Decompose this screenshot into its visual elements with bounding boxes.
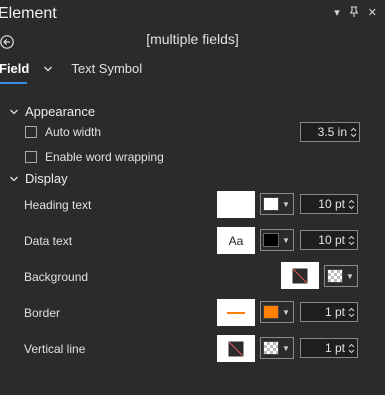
border-color-button[interactable]: ▼ [260,301,294,323]
auto-width-checkbox[interactable] [25,126,37,138]
chevron-down-icon [10,176,18,181]
display-section-header[interactable]: Display [9,171,68,186]
word-wrap-row: Enable word wrapping [25,150,164,164]
border-size-input[interactable]: 1 pt [300,302,358,322]
chevron-down-icon [10,109,18,114]
dropdown-arrow-icon: ▼ [282,199,290,209]
transparent-swatch-icon [327,269,343,283]
no-fill-icon [228,341,244,356]
auto-width-input[interactable]: 3.5 in [300,122,360,142]
tab-bar: Field Text Symbol [0,61,142,76]
heading-text-preview[interactable] [217,191,255,218]
vertical-line-size-input[interactable]: 1 pt [300,338,358,358]
chevron-down-icon[interactable] [43,65,53,73]
data-text-size-input[interactable]: 10 pt [300,230,358,250]
word-wrap-checkbox[interactable] [25,151,37,163]
dropdown-arrow-icon: ▼ [282,307,290,317]
auto-width-row: Auto width [25,125,101,139]
tab-text-symbol[interactable]: Text Symbol [71,61,142,76]
no-fill-icon [292,268,308,283]
heading-text-color-button[interactable]: ▼ [260,193,294,215]
dropdown-arrow-icon: ▼ [282,235,290,245]
chevron-down-icon[interactable]: ▾ [334,6,340,20]
tab-field[interactable]: Field [0,61,29,76]
display-label: Display [25,171,68,186]
vertical-line-label: Vertical line [24,342,86,356]
background-label: Background [24,270,89,284]
color-swatch [263,305,279,319]
background-preview[interactable] [281,262,319,289]
spin-arrows-icon[interactable] [348,199,355,210]
auto-width-label: Auto width [45,125,102,139]
pin-icon[interactable] [349,6,359,20]
heading-text-label: Heading text [24,198,92,212]
color-swatch [263,233,279,247]
transparent-swatch-icon [263,341,279,355]
vertical-line-preview[interactable] [217,335,255,362]
appearance-label: Appearance [25,104,96,119]
border-preview[interactable] [217,299,255,326]
data-text-preview[interactable]: Aa [217,227,255,254]
data-text-color-button[interactable]: ▼ [260,229,294,251]
dropdown-arrow-icon: ▼ [282,343,290,353]
window-controls: ▾ ✕ [334,6,377,20]
data-text-label: Data text [24,234,73,248]
dropdown-arrow-icon: ▼ [346,271,354,281]
spin-arrows-icon[interactable] [348,343,355,354]
close-icon[interactable]: ✕ [368,6,377,20]
line-sample-icon [227,311,245,314]
word-wrap-label: Enable word wrapping [45,150,164,164]
vertical-line-color-button[interactable]: ▼ [260,337,294,359]
spin-arrows-icon[interactable] [350,127,357,138]
tab-selected-indicator [0,82,27,84]
color-swatch [263,197,279,211]
spin-arrows-icon[interactable] [348,307,355,318]
element-subtitle: [multiple fields] [146,31,239,47]
spin-arrows-icon[interactable] [348,235,355,246]
panel-title: Element [0,5,57,22]
background-color-button[interactable]: ▼ [324,265,358,287]
border-label: Border [24,306,61,320]
heading-text-size-input[interactable]: 10 pt [300,194,358,214]
appearance-section-header[interactable]: Appearance [9,104,95,119]
